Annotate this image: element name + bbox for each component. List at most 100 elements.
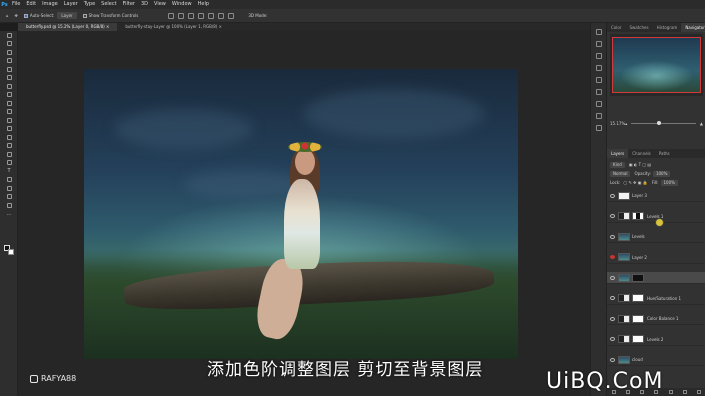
- align-left-icon[interactable]: [168, 12, 175, 19]
- layer-thumbnail[interactable]: [618, 273, 630, 282]
- eyedropper-tool-icon[interactable]: [0, 82, 18, 91]
- blend-mode-dropdown[interactable]: Normal: [610, 170, 631, 177]
- menu-type[interactable]: Type: [81, 0, 98, 9]
- auto-select-checkbox[interactable]: [23, 13, 28, 18]
- visibility-eye-icon[interactable]: [610, 234, 615, 239]
- align-bottom-icon[interactable]: [218, 12, 225, 19]
- visibility-eye-icon[interactable]: [610, 316, 615, 321]
- healing-brush-tool-icon[interactable]: [0, 91, 18, 100]
- layer-row[interactable]: Levels: [607, 231, 705, 243]
- layer-row[interactable]: Layer 3: [607, 190, 705, 202]
- menu-select[interactable]: Select: [98, 0, 119, 9]
- align-top-icon[interactable]: [198, 12, 205, 19]
- auto-select-dropdown[interactable]: Layer: [57, 12, 77, 19]
- menu-3d[interactable]: 3D: [138, 0, 151, 9]
- zoom-tool-icon[interactable]: [0, 201, 18, 210]
- layer-mask-thumbnail[interactable]: [632, 212, 644, 220]
- layer-thumbnail[interactable]: [618, 191, 630, 200]
- lasso-tool-icon[interactable]: [0, 48, 18, 57]
- dodge-tool-icon[interactable]: [0, 150, 18, 159]
- tab-color[interactable]: Color: [607, 23, 625, 32]
- layer-mask-thumbnail[interactable]: [632, 314, 644, 323]
- filter-kind-dropdown[interactable]: Kind: [610, 161, 625, 168]
- eraser-tool-icon[interactable]: [0, 125, 18, 134]
- tab-butterfly-psd[interactable]: butterfly.psd @ 15.2% (Layer 0, RGB/8) ×: [18, 23, 118, 31]
- marquee-tool-icon[interactable]: [0, 40, 18, 49]
- move-tool-icon[interactable]: [0, 31, 18, 40]
- trash-icon[interactable]: [696, 390, 701, 394]
- move-tool-icon[interactable]: ✥: [15, 13, 18, 18]
- align-center-icon[interactable]: [178, 12, 185, 19]
- crop-tool-icon[interactable]: [0, 65, 18, 74]
- more-tools-icon[interactable]: …: [0, 210, 18, 219]
- layer-row[interactable]: Layer 2: [607, 252, 705, 264]
- new-group-icon[interactable]: [668, 390, 673, 394]
- shape-tool-icon[interactable]: [0, 184, 18, 193]
- history-brush-tool-icon[interactable]: [0, 116, 18, 125]
- menu-window[interactable]: Window: [169, 0, 195, 9]
- more-options-icon[interactable]: [228, 12, 235, 19]
- layer-mask-thumbnail[interactable]: [632, 294, 644, 302]
- clone-stamp-tool-icon[interactable]: [0, 108, 18, 117]
- zoom-slider-knob[interactable]: [657, 120, 662, 125]
- menu-file[interactable]: File: [9, 0, 23, 9]
- layer-thumbnail[interactable]: [618, 212, 630, 220]
- paragraph-panel-icon[interactable]: [595, 89, 602, 95]
- filter-icons[interactable]: ▣ ◐ T ▢ ▤: [629, 162, 651, 167]
- layer-thumbnail[interactable]: [618, 253, 630, 261]
- canvas-area[interactable]: [18, 31, 606, 396]
- character-panel-icon[interactable]: [595, 77, 602, 83]
- blur-tool-icon[interactable]: [0, 142, 18, 151]
- actions-panel-icon[interactable]: [595, 113, 602, 119]
- visibility-eye-icon[interactable]: [610, 214, 615, 218]
- layer-row[interactable]: Levels 2: [607, 334, 705, 346]
- type-tool-icon[interactable]: T: [0, 167, 18, 176]
- navigator-preview[interactable]: [610, 34, 703, 96]
- visibility-eye-icon[interactable]: [610, 337, 615, 341]
- visibility-eye-icon[interactable]: [610, 275, 615, 280]
- zoom-slider[interactable]: [631, 120, 696, 125]
- layer-mask-thumbnail[interactable]: [632, 273, 644, 282]
- zoom-out-icon[interactable]: ▴: [625, 121, 627, 126]
- photoshop-logo-icon[interactable]: Ps: [0, 0, 9, 9]
- menu-help[interactable]: Help: [195, 0, 212, 9]
- document-image[interactable]: [84, 69, 518, 359]
- visibility-eye-icon[interactable]: [610, 357, 615, 362]
- show-transform-checkbox[interactable]: [82, 13, 87, 18]
- align-right-icon[interactable]: [188, 12, 195, 19]
- tab-swatches[interactable]: Swatches: [625, 23, 652, 32]
- layer-row[interactable]: cloud: [607, 354, 705, 366]
- tab-navigator[interactable]: Navigator: [681, 23, 705, 32]
- layer-thumbnail[interactable]: [618, 232, 630, 241]
- layer-mask-thumbnail[interactable]: [632, 335, 644, 343]
- align-middle-icon[interactable]: [208, 12, 215, 19]
- tab-layers[interactable]: Layers: [607, 149, 629, 158]
- opacity-input[interactable]: 100%: [652, 170, 671, 177]
- layer-row[interactable]: Color Balance 1: [607, 313, 705, 325]
- visibility-eye-icon[interactable]: [610, 193, 615, 198]
- frame-tool-icon[interactable]: [0, 74, 18, 83]
- fill-input[interactable]: 100%: [660, 179, 678, 186]
- navigator-thumbnail[interactable]: [612, 37, 701, 93]
- menu-image[interactable]: Image: [39, 0, 61, 9]
- visibility-eye-icon[interactable]: [610, 296, 615, 300]
- lock-icons[interactable]: ▢ ✎ ✥ ▣ 🔒: [623, 180, 647, 185]
- info-panel-icon[interactable]: [595, 125, 602, 131]
- layer-row[interactable]: Hue/Saturation 1: [607, 293, 705, 305]
- brush-tool-icon[interactable]: [0, 99, 18, 108]
- libraries-panel-icon[interactable]: [595, 101, 602, 107]
- adjustments-panel-icon[interactable]: [595, 65, 602, 71]
- menu-edit[interactable]: Edit: [23, 0, 39, 9]
- visibility-eye-icon[interactable]: [610, 255, 615, 259]
- menu-filter[interactable]: Filter: [120, 0, 138, 9]
- zoom-value[interactable]: 15.17%: [610, 121, 625, 126]
- new-layer-icon[interactable]: [682, 390, 687, 394]
- gradient-tool-icon[interactable]: [0, 133, 18, 142]
- home-icon[interactable]: ⌂: [6, 13, 9, 18]
- layer-row[interactable]: [607, 272, 705, 284]
- zoom-in-icon[interactable]: ▲: [700, 121, 703, 126]
- menu-view[interactable]: View: [151, 0, 169, 9]
- tab-histogram[interactable]: Histogram: [653, 23, 682, 32]
- brushes-panel-icon[interactable]: [595, 53, 602, 59]
- quick-select-tool-icon[interactable]: [0, 57, 18, 66]
